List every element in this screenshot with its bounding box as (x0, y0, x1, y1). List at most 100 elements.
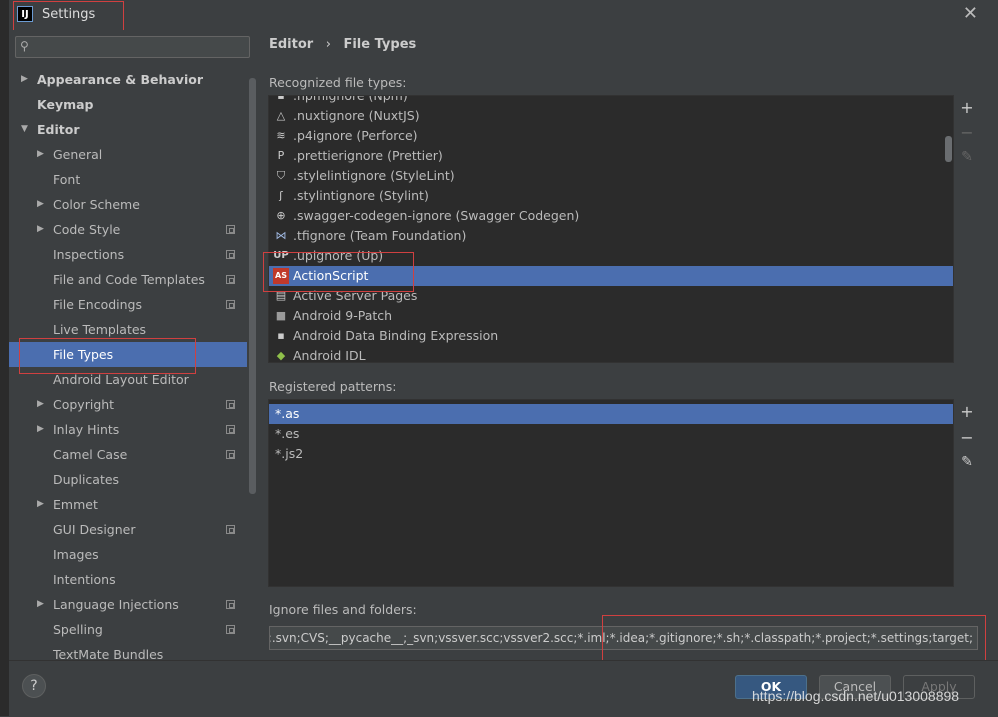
edit-pattern-button[interactable]: ✎ (956, 454, 978, 470)
file-type-name: ActionScript (293, 268, 369, 283)
sidebar-item-general[interactable]: ▶ General (9, 142, 247, 167)
sidebar-item-duplicates[interactable]: Duplicates (9, 467, 247, 492)
visual-studio-icon: ⋈ (275, 229, 287, 242)
swagger-icon: ⊕ (276, 209, 286, 222)
project-scope-icon (226, 425, 235, 434)
file-type-name: Active Server Pages (293, 288, 418, 303)
sidebar-item-label: File and Code Templates (53, 272, 205, 287)
sidebar-item-label: Appearance & Behavior (37, 72, 203, 87)
chevron-right-icon[interactable]: ▶ (37, 417, 44, 442)
chevron-right-icon[interactable]: ▶ (37, 142, 44, 167)
sidebar-item-language-injections[interactable]: ▶ Language Injections (9, 592, 247, 617)
chevron-right-icon[interactable]: ▶ (37, 392, 44, 417)
sidebar-item-label: Color Scheme (53, 197, 140, 212)
pattern-row[interactable]: *.as (269, 404, 953, 424)
sidebar-item-label: Copyright (53, 397, 115, 412)
chevron-down-icon[interactable]: ▼ (21, 117, 28, 142)
sidebar-item-spelling[interactable]: Spelling (9, 617, 247, 642)
sidebar-item-label: Editor (37, 122, 80, 137)
file-types-scrollbar[interactable] (945, 136, 952, 162)
file-type-row[interactable]: ■ Android 9-Patch (269, 306, 953, 326)
sidebar-item-live-templates[interactable]: Live Templates (9, 317, 247, 342)
breadcrumb: Editor › File Types (269, 37, 416, 52)
file-type-row[interactable]: ▪ .npmignore (Npm) (269, 95, 953, 106)
file-type-row[interactable]: ≋ .p4ignore (Perforce) (269, 126, 953, 146)
chevron-right-icon[interactable]: ▶ (37, 217, 44, 242)
sidebar-item-emmet[interactable]: ▶ Emmet (9, 492, 247, 517)
sidebar-item-editor[interactable]: ▼ Editor (9, 117, 247, 142)
help-button[interactable]: ? (22, 674, 46, 698)
chevron-right-icon[interactable]: ▶ (37, 592, 44, 617)
file-type-row[interactable]: ⊕ .swagger-codegen-ignore (Swagger Codege… (269, 206, 953, 226)
file-type-row[interactable]: UP .upignore (Up) (269, 246, 953, 266)
close-icon[interactable]: ✕ (963, 3, 978, 24)
remove-pattern-button[interactable]: − (956, 428, 978, 447)
file-type-row[interactable]: ◆ Android IDL (269, 346, 953, 363)
file-type-name: Android IDL (293, 348, 366, 363)
edit-file-type-button[interactable]: ✎ (956, 149, 978, 165)
prettier-icon: P (277, 149, 285, 162)
file-type-row[interactable]: ▪ Android Data Binding Expression (269, 326, 953, 346)
pattern-row[interactable]: *.js2 (269, 444, 953, 464)
chevron-right-icon[interactable]: ▶ (21, 67, 28, 92)
registered-patterns-label: Registered patterns: (269, 379, 397, 394)
add-pattern-button[interactable]: + (956, 402, 978, 421)
project-scope-icon (226, 300, 235, 309)
file-type-name: Android 9-Patch (293, 308, 393, 323)
remove-file-type-button[interactable]: − (956, 123, 978, 142)
pattern-row[interactable]: *.es (269, 424, 953, 444)
sidebar-item-inlay-hints[interactable]: ▶ Inlay Hints (9, 417, 247, 442)
pattern-text: *.as (275, 406, 300, 421)
sidebar-item-file-and-code-templates[interactable]: File and Code Templates (9, 267, 247, 292)
file-type-row[interactable]: ▤ Active Server Pages (269, 286, 953, 306)
sidebar-item-inspections[interactable]: Inspections (9, 242, 247, 267)
file-type-row[interactable]: AS ActionScript (269, 266, 953, 286)
file-type-row[interactable]: △ .nuxtignore (NuxtJS) (269, 106, 953, 126)
sidebar-item-appearance-behavior[interactable]: ▶ Appearance & Behavior (9, 67, 247, 92)
sidebar-item-gui-designer[interactable]: GUI Designer (9, 517, 247, 542)
file-type-name: .npmignore (Npm) (293, 95, 408, 103)
sidebar-item-color-scheme[interactable]: ▶ Color Scheme (9, 192, 247, 217)
ignore-files-input[interactable]: *.hprof;*.pyc;*.pyo;*.rbc;*.yarb;*~;.DS_… (269, 626, 978, 650)
folder-icon: ■ (275, 309, 287, 322)
file-type-row[interactable]: ⛉ .stylelintignore (StyleLint) (269, 166, 953, 186)
sidebar-item-label: Live Templates (53, 322, 147, 337)
sidebar-item-label: General (53, 147, 103, 162)
file-type-name: .stylintignore (Stylint) (293, 188, 429, 203)
sidebar-scrollbar[interactable] (249, 78, 256, 494)
chevron-right-icon[interactable]: ▶ (37, 192, 44, 217)
ok-button[interactable]: OK (735, 675, 807, 699)
sidebar-item-images[interactable]: Images (9, 542, 247, 567)
pattern-text: *.js2 (275, 446, 304, 461)
breadcrumb-parent[interactable]: Editor (269, 37, 313, 52)
sidebar-item-label: Duplicates (53, 472, 120, 487)
sidebar-item-label: Inspections (53, 247, 125, 262)
sidebar-item-label: Language Injections (53, 597, 179, 612)
sidebar-item-file-encodings[interactable]: File Encodings (9, 292, 247, 317)
search-icon: ⚲ (20, 39, 29, 53)
add-file-type-button[interactable]: + (956, 98, 978, 117)
cancel-button[interactable]: Cancel (819, 675, 891, 699)
file-type-name: .upignore (Up) (293, 248, 384, 263)
nuxt-icon: △ (276, 109, 286, 122)
asp-icon: ▤ (275, 289, 287, 302)
sidebar-item-code-style[interactable]: ▶ Code Style (9, 217, 247, 242)
search-input[interactable]: ⚲ (15, 36, 250, 58)
file-type-row[interactable]: ⋈ .tfignore (Team Foundation) (269, 226, 953, 246)
chevron-right-icon[interactable]: ▶ (37, 492, 44, 517)
sidebar-item-label: Emmet (53, 497, 98, 512)
sidebar-item-file-types[interactable]: File Types (9, 342, 247, 367)
sidebar-item-copyright[interactable]: ▶ Copyright (9, 392, 247, 417)
file-type-row[interactable]: ʃ .stylintignore (Stylint) (269, 186, 953, 206)
recognized-file-types-label: Recognized file types: (269, 75, 407, 90)
file-type-row[interactable]: P .prettierignore (Prettier) (269, 146, 953, 166)
apply-button[interactable]: Apply (903, 675, 975, 699)
sidebar-item-intentions[interactable]: Intentions (9, 567, 247, 592)
settings-sidebar: ⚲ ▶ Appearance & Behavior Keymap ▼ Editor ▶ Ge… (9, 30, 258, 662)
sidebar-item-keymap[interactable]: Keymap (9, 92, 247, 117)
dialog-footer: ? OK Cancel Apply (9, 660, 998, 717)
sidebar-item-font[interactable]: Font (9, 167, 247, 192)
sidebar-item-android-layout-editor[interactable]: Android Layout Editor (9, 367, 247, 392)
sidebar-item-camel-case[interactable]: Camel Case (9, 442, 247, 467)
npm-icon: ▪ (277, 95, 285, 102)
